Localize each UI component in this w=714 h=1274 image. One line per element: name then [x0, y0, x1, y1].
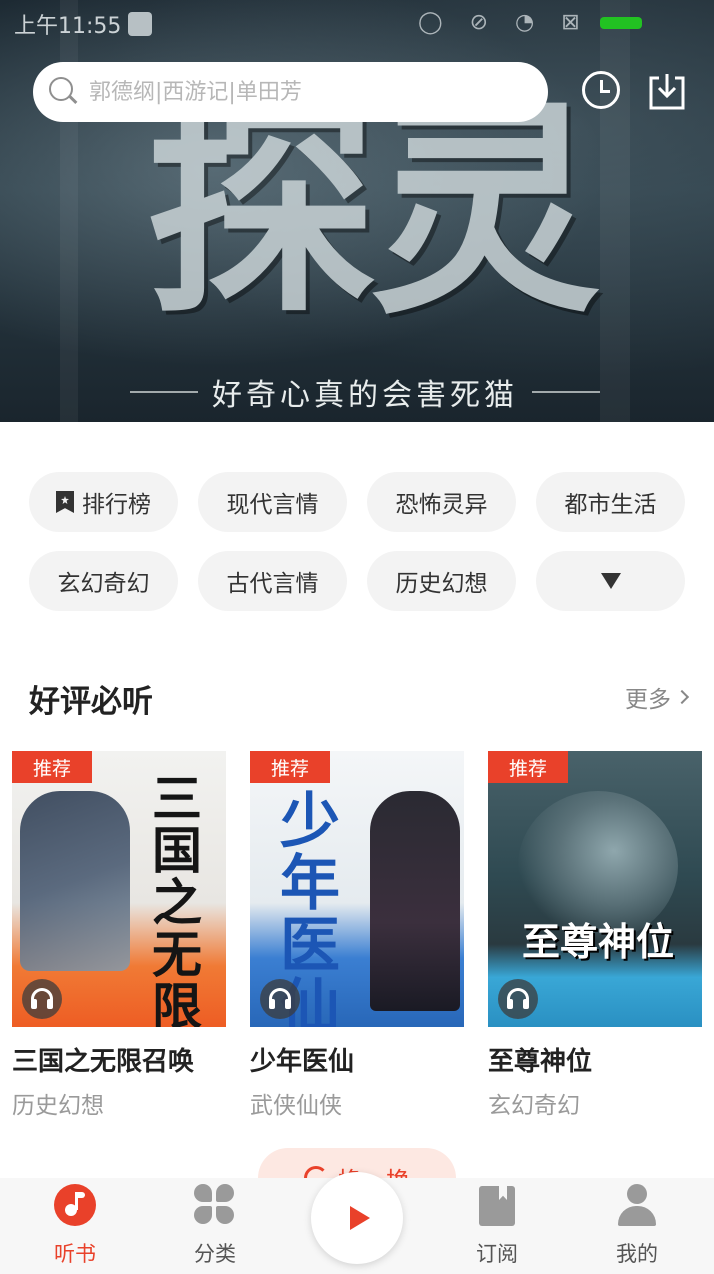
grid-icon — [194, 1184, 236, 1226]
chip-label: 都市生活 — [564, 492, 657, 518]
expand-categories-button[interactable] — [536, 551, 685, 611]
cover-figure — [20, 791, 130, 971]
tab-label: 听书 — [54, 1242, 96, 1266]
status-bar: 上午11:55 ◯ ⊘ ◔ ⊠ — [0, 0, 714, 50]
recommend-badge: 推荐 — [250, 751, 330, 783]
chip-horror[interactable]: 恐怖灵异 — [367, 472, 516, 532]
recommend-badge: 推荐 — [12, 751, 92, 783]
cover-title: 至尊神位 — [521, 919, 674, 964]
tab-mine[interactable]: 我的 — [587, 1178, 687, 1274]
search-icon — [49, 77, 79, 107]
book-cover[interactable]: 少年医仙 推荐 — [250, 751, 464, 1027]
category-chips: 排行榜 现代言情 恐怖灵异 都市生活 玄幻奇幻 古代言情 历史幻想 — [29, 472, 685, 611]
tab-label: 我的 — [616, 1242, 658, 1266]
book-cover[interactable]: 三国之无限召唤 推荐 — [12, 751, 226, 1027]
book-card[interactable]: 至尊神位 推荐 至尊神位 玄幻奇幻 — [488, 751, 702, 1120]
banner-tagline: 好奇心真的会害死猫 — [212, 378, 518, 413]
chip-modern-romance[interactable]: 现代言情 — [198, 472, 347, 532]
chip-label: 排行榜 — [82, 492, 151, 518]
chip-ancient-romance[interactable]: 古代言情 — [198, 551, 347, 611]
tab-label: 分类 — [194, 1242, 236, 1266]
chip-label: 玄幻奇幻 — [57, 571, 150, 597]
notification-icon — [128, 12, 152, 36]
book-title[interactable]: 三国之无限召唤 — [12, 1041, 226, 1078]
more-link[interactable]: 更多 — [625, 680, 690, 714]
chip-label: 现代言情 — [226, 492, 319, 518]
book-genre: 玄幻奇幻 — [488, 1093, 580, 1119]
headphones-icon[interactable] — [498, 979, 538, 1019]
tab-label: 订阅 — [476, 1242, 518, 1266]
app-screen: 探灵 好奇心真的会害死猫 上午11:55 ◯ ⊘ ◔ ⊠ 郭德纲|西游记|单田芳… — [0, 0, 714, 1274]
banner-tagline-row: 好奇心真的会害死猫 — [130, 372, 600, 413]
book-genre: 武侠仙侠 — [250, 1093, 342, 1119]
book-icon — [479, 1186, 515, 1226]
chip-label: 恐怖灵异 — [395, 492, 488, 518]
triangle-down-icon — [600, 573, 621, 589]
music-note-icon — [54, 1184, 96, 1226]
section-title: 好评必听 — [29, 684, 153, 720]
cover-title: 三国之无限召唤 — [152, 769, 202, 1028]
search-bar[interactable] — [33, 62, 548, 122]
battery-icon — [600, 17, 642, 29]
book-card[interactable]: 三国之无限召唤 推荐 三国之无限召唤 历史幻想 — [12, 751, 226, 1120]
download-icon[interactable] — [646, 70, 688, 112]
headphones-icon[interactable] — [22, 979, 62, 1019]
recommend-badge: 推荐 — [488, 751, 568, 783]
hero-banner[interactable]: 探灵 好奇心真的会害死猫 上午11:55 ◯ ⊘ ◔ ⊠ — [0, 0, 714, 422]
status-time: 上午11:55 — [14, 14, 122, 39]
more-label: 更多 — [625, 687, 671, 713]
chip-fantasy[interactable]: 玄幻奇幻 — [29, 551, 178, 611]
history-icon[interactable] — [581, 70, 623, 112]
tab-category[interactable]: 分类 — [165, 1178, 265, 1274]
book-card[interactable]: 少年医仙 推荐 少年医仙 武侠仙侠 — [250, 751, 464, 1120]
play-button[interactable] — [311, 1172, 403, 1264]
play-icon — [350, 1206, 370, 1230]
tab-subscribe[interactable]: 订阅 — [447, 1178, 547, 1274]
chip-history-fantasy[interactable]: 历史幻想 — [367, 551, 516, 611]
chip-urban-life[interactable]: 都市生活 — [536, 472, 685, 532]
person-icon — [616, 1184, 658, 1226]
chevron-right-icon — [674, 689, 690, 705]
headphones-icon[interactable] — [260, 979, 300, 1019]
chip-label: 古代言情 — [226, 571, 319, 597]
tab-listen[interactable]: 听书 — [25, 1178, 125, 1274]
book-list: 三国之无限召唤 推荐 三国之无限召唤 历史幻想 少年医仙 推荐 少年医仙 武侠仙… — [12, 751, 702, 1120]
book-title[interactable]: 少年医仙 — [250, 1041, 464, 1078]
book-cover[interactable]: 至尊神位 推荐 — [488, 751, 702, 1027]
search-input[interactable] — [89, 79, 529, 105]
chip-label: 历史幻想 — [395, 571, 488, 597]
book-genre: 历史幻想 — [12, 1093, 104, 1119]
bookmark-star-icon — [56, 491, 74, 513]
status-icons: ◯ ⊘ ◔ ⊠ — [418, 10, 590, 35]
book-title[interactable]: 至尊神位 — [488, 1041, 702, 1078]
chip-ranking[interactable]: 排行榜 — [29, 472, 178, 532]
